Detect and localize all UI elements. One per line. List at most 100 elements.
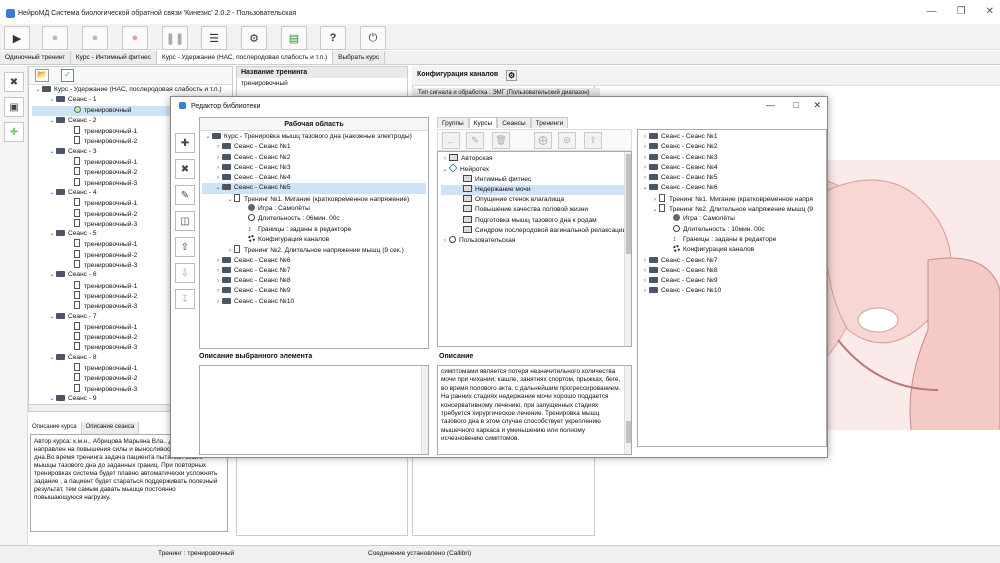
expand-arrow-icon[interactable]: ⌄ (48, 312, 56, 322)
preview-training-prop[interactable]: ↕ Границы : заданы в редакторе (641, 235, 823, 245)
record-disabled-icon[interactable]: ● (42, 26, 68, 50)
collapse-arrow-icon[interactable]: › (641, 132, 649, 142)
save-icon[interactable]: ◫ (175, 211, 195, 231)
preview-training-prop[interactable]: Игра : Самолёты (641, 214, 823, 224)
ws-training-prop[interactable]: Игра : Самолёты (202, 204, 426, 214)
stop-disabled-icon[interactable]: ● (82, 26, 108, 50)
course-root[interactable]: ⌄ Курс - Удержание (НАС, послеродовая сла… (32, 85, 232, 95)
tab-intimate-fitness[interactable]: Курс - Интимный фитнес (70, 51, 157, 64)
preview-training-1[interactable]: › Тренинг №1. Мигание (кратковременное на… (641, 193, 823, 204)
preview-session[interactable]: › Сеанс - Сеанс №10 (641, 286, 823, 296)
collapse-arrow-icon[interactable]: › (214, 256, 222, 266)
expand-arrow-icon[interactable]: ⌄ (204, 132, 212, 142)
preview-training-prop[interactable]: Длительность : 10мин. 00с (641, 224, 823, 235)
expand-arrow-icon[interactable]: ⌄ (214, 183, 222, 193)
collapse-arrow-icon[interactable]: › (214, 286, 222, 296)
ws-session[interactable]: › Сеанс - Сеанс №3 (202, 163, 426, 173)
expand-arrow-icon[interactable]: ⌄ (48, 116, 56, 126)
ws-session[interactable]: › Сеанс - Сеанс №10 (202, 297, 426, 307)
dialog-close-icon[interactable]: ✕ (813, 100, 821, 111)
ws-training-2[interactable]: › Тренинг №2. Длительное напряжение мышц … (202, 245, 426, 255)
tab-sessions[interactable]: Сеансы (497, 117, 531, 128)
ws-training-prop[interactable]: Длительность : 06мин. 00с (202, 214, 426, 224)
collapse-arrow-icon[interactable]: › (441, 236, 449, 246)
delete-icon[interactable]: ✖ (4, 72, 24, 92)
lib-course[interactable]: Опущение стенок влагалища (441, 195, 628, 205)
lib-course[interactable]: Интимный фитнес (441, 174, 628, 185)
expand-arrow-icon[interactable]: ⌄ (48, 147, 56, 157)
ws-training-prop[interactable]: Конфигурация каналов (202, 234, 426, 245)
ws-session-selected[interactable]: ⌄ Сеанс - Сеанс №5 (202, 183, 426, 194)
ws-session[interactable]: › Сеанс - Сеанс №2 (202, 153, 426, 163)
tab-trainings[interactable]: Тренинги (530, 117, 569, 128)
collapse-arrow-icon[interactable]: › (641, 153, 649, 163)
settings-gear-icon[interactable]: ⚙ (506, 70, 518, 81)
preview-session-expanded[interactable]: ⌄ Сеанс - Сеанс №6 (641, 183, 823, 193)
preview-session[interactable]: › Сеанс - Сеанс №7 (641, 256, 823, 266)
lib-description-scrollbar[interactable] (624, 366, 631, 454)
record-icon[interactable]: ● (122, 26, 148, 50)
lib-remove-copy-icon[interactable]: ⊝ (558, 132, 576, 149)
expand-arrow-icon[interactable]: ⌄ (641, 183, 649, 193)
preview-session[interactable]: › Сеанс - Сеанс №5 (641, 173, 823, 183)
ws-session[interactable]: › Сеанс - Сеанс №7 (202, 266, 426, 276)
lib-group-neurotech[interactable]: ⌄ Нейротех (441, 163, 628, 174)
collapse-arrow-icon[interactable]: › (214, 297, 222, 307)
collapse-arrow-icon[interactable]: › (441, 154, 449, 164)
dialog-maximize-icon[interactable]: □ (794, 100, 799, 110)
maximize-icon[interactable]: ❐ (957, 6, 966, 17)
add-icon[interactable]: ✚ (175, 133, 195, 153)
collapse-arrow-icon[interactable]: › (641, 266, 649, 276)
ws-session[interactable]: › Сеанс - Сеанс №6 (202, 256, 426, 266)
preview-session[interactable]: › Сеанс - Сеанс №9 (641, 276, 823, 286)
collapse-arrow-icon[interactable]: › (214, 142, 222, 152)
tab-groups[interactable]: Группы (437, 117, 469, 128)
collapse-arrow-icon[interactable]: › (641, 173, 649, 183)
ws-session[interactable]: › Сеанс - Сеанс №9 (202, 286, 426, 296)
lib-add-copy-icon[interactable]: ⨁ (534, 132, 552, 149)
pause-icon[interactable]: ❚❚ (162, 26, 188, 50)
collapse-arrow-icon[interactable]: › (214, 173, 222, 183)
preview-training-prop[interactable]: Конфигурация каналов (641, 245, 823, 255)
tab-retention[interactable]: Курс - Удержание (НАС, послеродовая слаб… (156, 51, 334, 64)
description-scrollbar[interactable] (421, 366, 428, 454)
preview-session[interactable]: › Сеанс - Сеанс №8 (641, 266, 823, 276)
expand-arrow-icon[interactable]: ⌄ (48, 188, 56, 198)
preview-session[interactable]: › Сеанс - Сеанс №2 (641, 142, 823, 152)
database-icon[interactable]: ☰ (201, 26, 227, 50)
expand-arrow-icon[interactable]: ⌄ (48, 394, 56, 404)
collapse-arrow-icon[interactable]: › (214, 163, 222, 173)
settings-icon[interactable]: ⚙ (241, 26, 267, 50)
tab-course-description[interactable]: Описание курса (28, 422, 82, 434)
lib-course[interactable]: Недержание мочи (441, 184, 628, 196)
ws-training-prop[interactable]: ↕ Границы : заданы в редакторе (202, 225, 426, 235)
tab-session-description[interactable]: Описание сеанса (81, 422, 140, 434)
selected-element-description[interactable] (199, 365, 429, 455)
checkbox-icon[interactable]: ✓ (61, 69, 74, 82)
lib-group-user[interactable]: › Пользовательская (441, 236, 628, 246)
minimize-icon[interactable]: — (927, 6, 937, 17)
collapse-arrow-icon[interactable]: › (641, 256, 649, 266)
edit-pen-icon[interactable]: ✎ (175, 185, 195, 205)
play-icon[interactable]: ▶ (4, 26, 30, 50)
collapse-arrow-icon[interactable]: › (641, 142, 649, 152)
expand-arrow-icon[interactable]: ⌄ (48, 353, 56, 363)
preview-training-2[interactable]: ⌄ Тренинг №2. Длительное напряжение мышц … (641, 204, 823, 214)
ws-session[interactable]: › Сеанс - Сеанс №1 (202, 142, 426, 152)
preview-session[interactable]: › Сеанс - Сеанс №1 (641, 132, 823, 142)
move-up-icon[interactable]: ⇧ (175, 237, 195, 257)
tab-courses[interactable]: Курсы (468, 117, 498, 128)
collapse-arrow-icon[interactable]: › (641, 286, 649, 296)
close-icon[interactable]: ✕ (986, 6, 994, 17)
collapse-arrow-icon[interactable]: › (214, 153, 222, 163)
preview-session[interactable]: › Сеанс - Сеанс №4 (641, 163, 823, 173)
lib-course[interactable]: Повышение качества половой жизни (441, 205, 628, 215)
open-folder-icon[interactable]: 📂 (35, 69, 49, 82)
expand-arrow-icon[interactable]: ⌄ (48, 229, 56, 239)
ws-training-1[interactable]: ⌄ Тренинг №1. Мигание (кратковременное на… (202, 193, 426, 204)
lib-course[interactable]: Синдром послеродовой вагинальной релакса… (441, 226, 628, 236)
lib-delete-icon[interactable]: 🗑 (492, 132, 510, 149)
collapse-arrow-icon[interactable]: › (641, 276, 649, 286)
collapse-arrow-icon[interactable]: › (214, 266, 222, 276)
library-tree-scrollbar[interactable] (624, 152, 631, 346)
